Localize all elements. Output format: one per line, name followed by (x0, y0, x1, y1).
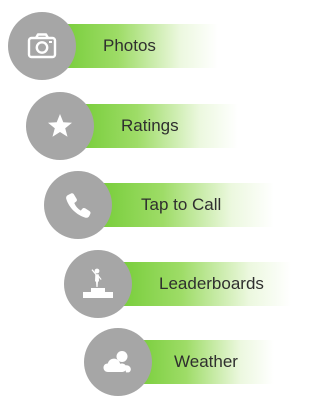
feature-item-photos: Photos (8, 12, 218, 80)
icon-circle-ratings (26, 92, 94, 160)
camera-icon (24, 28, 60, 64)
feature-item-weather: Weather (84, 328, 274, 396)
feature-item-tap-to-call: Tap to Call (44, 171, 274, 239)
feature-label-leaderboards: Leaderboards (159, 274, 264, 293)
icon-circle-photos (8, 12, 76, 80)
icon-circle-weather (84, 328, 152, 396)
star-icon (42, 108, 78, 144)
leaderboard-podium-icon (80, 266, 116, 302)
feature-item-ratings: Ratings (26, 92, 238, 160)
phone-icon (60, 187, 96, 223)
feature-label-ratings: Ratings (121, 116, 179, 135)
feature-item-leaderboards: Leaderboards (64, 250, 291, 318)
feature-label-weather: Weather (174, 352, 238, 371)
icon-circle-leaderboards (64, 250, 132, 318)
feature-label-photos: Photos (103, 36, 156, 55)
feature-label-tap-to-call: Tap to Call (141, 195, 222, 214)
weather-cloud-sun-icon (100, 344, 136, 380)
icon-circle-tap-to-call (44, 171, 112, 239)
